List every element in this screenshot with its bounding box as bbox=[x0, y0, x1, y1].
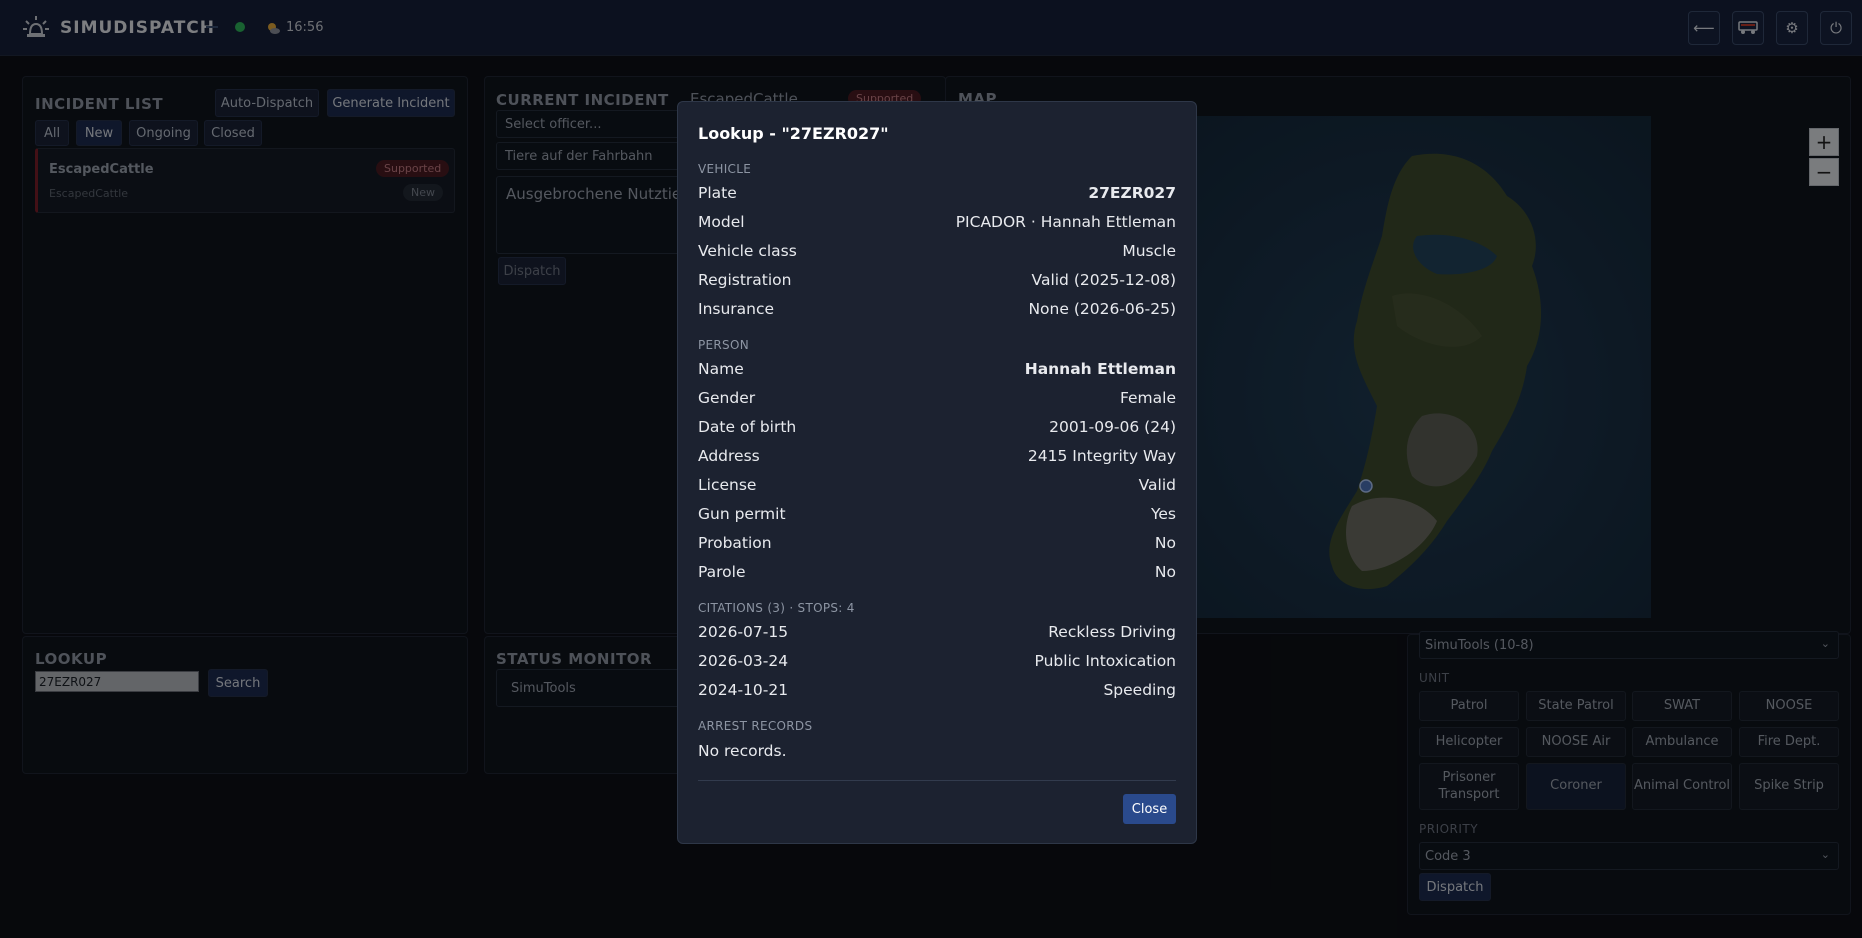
row-key: Model bbox=[698, 213, 745, 231]
arrest-records-text: No records. bbox=[698, 742, 787, 760]
citation-row: 2026-03-24 Public Intoxication bbox=[698, 652, 1176, 676]
person-row-name: Name Hannah Ettleman bbox=[698, 360, 1176, 384]
row-value: 27EZR027 bbox=[1088, 184, 1176, 202]
row-value: PICADOR · Hannah Ettleman bbox=[955, 213, 1176, 231]
row-value: Valid bbox=[1138, 476, 1176, 494]
person-row-license: License Valid bbox=[698, 476, 1176, 500]
row-key: 2026-07-15 bbox=[698, 623, 789, 641]
citation-row: 2024-10-21 Speeding bbox=[698, 681, 1176, 705]
vehicle-row-model: Model PICADOR · Hannah Ettleman bbox=[698, 213, 1176, 237]
citations-section-label: CITATIONS (3) · STOPS: 4 bbox=[698, 601, 855, 615]
lookup-modal: Lookup - "27EZR027" VEHICLE Plate 27EZR02… bbox=[677, 101, 1197, 844]
row-value: Yes bbox=[1150, 505, 1176, 523]
row-key: Gender bbox=[698, 389, 756, 407]
row-key: Date of birth bbox=[698, 418, 797, 436]
person-row-probation: Probation No bbox=[698, 534, 1176, 558]
vehicle-row-class: Vehicle class Muscle bbox=[698, 242, 1176, 266]
row-key: Vehicle class bbox=[698, 242, 797, 260]
person-row-gun-permit: Gun permit Yes bbox=[698, 505, 1176, 529]
vehicle-section-label: VEHICLE bbox=[698, 162, 752, 176]
vehicle-row-plate: Plate 27EZR027 bbox=[698, 184, 1176, 208]
row-value: Muscle bbox=[1122, 242, 1176, 260]
row-value: Speeding bbox=[1103, 681, 1176, 699]
row-key: Plate bbox=[698, 184, 737, 202]
row-key: 2024-10-21 bbox=[698, 681, 789, 699]
row-key: Parole bbox=[698, 563, 746, 581]
row-value: Public Intoxication bbox=[1034, 652, 1176, 670]
person-row-dob: Date of birth 2001-09-06 (24) bbox=[698, 418, 1176, 442]
arrest-section-label: ARREST RECORDS bbox=[698, 719, 813, 733]
row-value: None (2026-06-25) bbox=[1028, 300, 1176, 318]
modal-title: Lookup - "27EZR027" bbox=[698, 124, 889, 143]
arrest-records-row: No records. bbox=[698, 742, 1176, 766]
person-section-label: PERSON bbox=[698, 338, 749, 352]
citation-row: 2026-07-15 Reckless Driving bbox=[698, 623, 1176, 647]
row-value: Hannah Ettleman bbox=[1024, 360, 1176, 378]
row-value: Female bbox=[1119, 389, 1176, 407]
close-button[interactable]: Close bbox=[1123, 794, 1176, 824]
row-value: 2001-09-06 (24) bbox=[1049, 418, 1176, 436]
vehicle-row-registration: Registration Valid (2025-12-08) bbox=[698, 271, 1176, 295]
person-row-gender: Gender Female bbox=[698, 389, 1176, 413]
row-value: No bbox=[1154, 563, 1176, 581]
row-value: 2415 Integrity Way bbox=[1027, 447, 1176, 465]
vehicle-row-insurance: Insurance None (2026-06-25) bbox=[698, 300, 1176, 324]
person-row-address: Address 2415 Integrity Way bbox=[698, 447, 1176, 471]
row-value: Valid (2025-12-08) bbox=[1031, 271, 1176, 289]
row-value: Reckless Driving bbox=[1048, 623, 1176, 641]
row-key: 2026-03-24 bbox=[698, 652, 789, 670]
row-key: Gun permit bbox=[698, 505, 786, 523]
row-key: Name bbox=[698, 360, 744, 378]
row-key: Address bbox=[698, 447, 760, 465]
row-value: No bbox=[1154, 534, 1176, 552]
row-key: Registration bbox=[698, 271, 792, 289]
row-key: Probation bbox=[698, 534, 772, 552]
row-key: Insurance bbox=[698, 300, 775, 318]
modal-divider bbox=[698, 780, 1176, 781]
row-key: License bbox=[698, 476, 757, 494]
person-row-parole: Parole No bbox=[698, 563, 1176, 587]
